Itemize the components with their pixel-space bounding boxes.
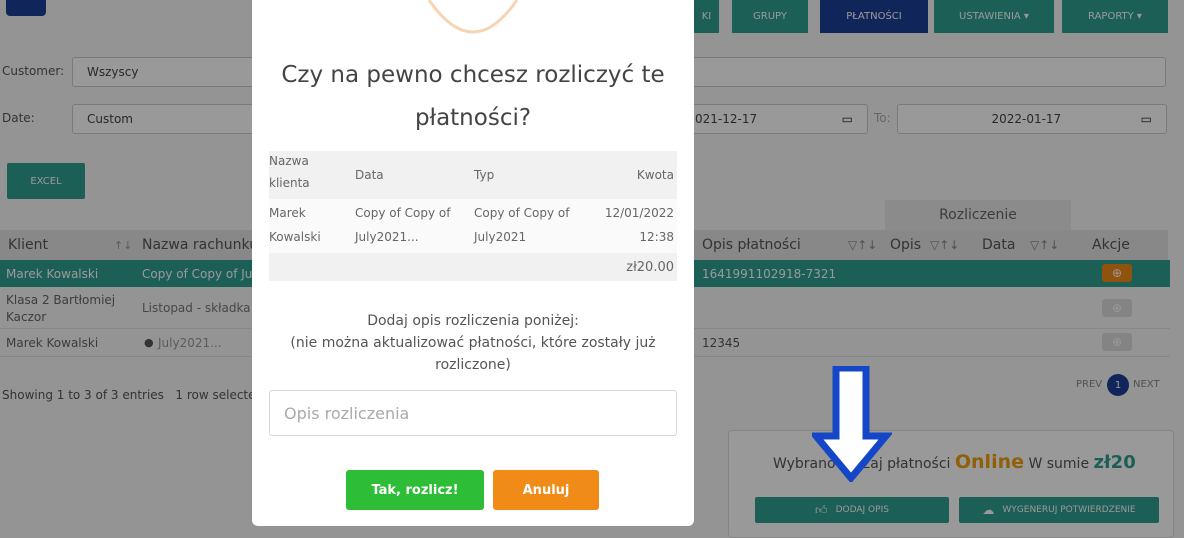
dialog-cell-typ: Copy of Copy of	[474, 206, 570, 220]
cancel-button[interactable]: Anuluj	[493, 470, 599, 510]
dialog-header-data: Data	[355, 168, 384, 182]
settlement-description-input[interactable]: Opis rozliczenia	[269, 390, 677, 436]
dialog-cell-kwota: 12:38	[639, 230, 674, 244]
dialog-cell-klient: Kowalski	[269, 230, 321, 244]
dialog-description-line3: rozliczone)	[435, 357, 511, 373]
warning-icon	[427, 0, 519, 34]
dialog-title-line1: Czy na pewno chcesz rozliczyć te	[281, 62, 665, 88]
dialog-header-nazwa: klienta	[269, 176, 310, 190]
dialog-title-line2: płatności?	[414, 105, 532, 131]
arrow-down-icon	[812, 366, 892, 482]
dialog-cell-data: July2021...	[355, 230, 419, 244]
dialog-description-line2: (nie można aktualizować płatności, które…	[290, 335, 656, 351]
dialog-cell-kwota: 12/01/2022	[604, 206, 674, 220]
dialog-cell-klient: Marek	[269, 206, 306, 220]
dialog-table-footer: zł20.00	[269, 253, 677, 281]
dialog-table-header: Nazwa klienta Data Typ Kwota	[269, 151, 677, 199]
dialog-cell-data: Copy of Copy of	[355, 206, 451, 220]
dialog-table-row: Marek Kowalski Copy of Copy of July2021.…	[269, 199, 677, 253]
dialog-description-line1: Dodaj opis rozliczenia poniżej:	[367, 313, 579, 329]
dialog-sum: zł20.00	[626, 260, 674, 275]
dialog-cell-typ: July2021	[474, 230, 527, 244]
dialog-header-kwota: Kwota	[636, 168, 674, 182]
dialog-header-typ: Typ	[474, 168, 495, 182]
confirm-settle-button[interactable]: Tak, rozlicz!	[346, 470, 484, 510]
confirm-dialog: Czy na pewno chcesz rozliczyć te płatnoś…	[252, 0, 694, 526]
